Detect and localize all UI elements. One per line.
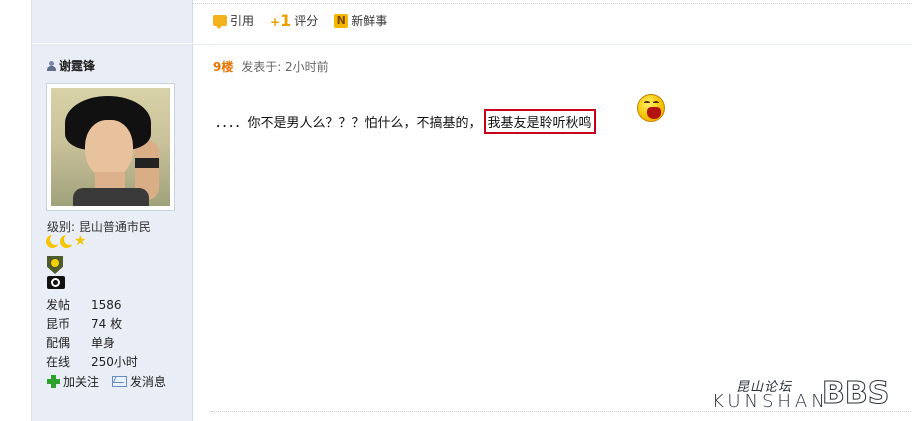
username-text[interactable]: 谢霆锋 — [59, 57, 95, 74]
moon-icon — [60, 234, 75, 248]
quote-button[interactable]: 引用 — [213, 12, 254, 29]
stat-value: 1586 — [91, 297, 122, 312]
avatar-photo — [51, 88, 170, 206]
stat-key: 发帖 — [46, 298, 71, 312]
news-label: 新鲜事 — [351, 14, 388, 28]
avatar[interactable] — [46, 83, 175, 211]
stat-row: 发帖 1586 — [46, 295, 138, 314]
quote-icon — [213, 15, 227, 29]
stat-row: 昆币 74 枚 — [46, 314, 138, 333]
post-actions: 引用 +1 评分 N 新鲜事 — [213, 12, 387, 29]
envelope-icon — [112, 376, 128, 387]
username[interactable]: 谢霆锋 — [47, 57, 95, 74]
left-margin — [0, 0, 32, 421]
user-level: 级别: 昆山普通市民 — [47, 218, 151, 235]
user-icon — [47, 60, 56, 71]
rate-button[interactable]: +1 评分 — [270, 12, 318, 29]
follow-button[interactable]: 加关注 — [47, 373, 99, 390]
send-message-button[interactable]: 发消息 — [112, 373, 166, 390]
post-text: ．．．．你不是男人么？？？怕什么，不搞基的， — [215, 116, 482, 131]
quote-label: 引用 — [230, 14, 255, 28]
stat-row: 在线 250小时 — [46, 352, 138, 371]
follow-label: 加关注 — [63, 375, 100, 389]
stat-row: 配偶 单身 — [46, 333, 138, 352]
user-stats: 发帖 1586 昆币 74 枚 配偶 单身 在线 250小时 — [46, 295, 138, 371]
add-icon — [47, 375, 60, 388]
dotted-divider — [193, 3, 912, 4]
rate-label: 评分 — [294, 14, 319, 28]
post-meta: 9楼 发表于: 2小时前 — [213, 58, 329, 75]
post-time: 发表于: 2小时前 — [241, 60, 329, 74]
sidebar-divider — [32, 43, 193, 44]
post-content: ．．．．你不是男人么？？？怕什么，不搞基的， 我基友是聆听秋鸣 — [215, 109, 596, 134]
news-icon: N — [334, 13, 349, 28]
plus-one-icon: +1 — [270, 10, 292, 30]
laughing-face-icon — [637, 94, 665, 122]
post-area: 引用 +1 评分 N 新鲜事 9楼 发表于: 2小时前 ．．．．你不是男人么？？… — [193, 0, 912, 421]
moon-icon — [46, 234, 61, 248]
user-level-text: 级别: 昆山普通市民 — [47, 220, 151, 234]
message-label: 发消息 — [130, 375, 167, 389]
watermark-en: KUNSHAN — [712, 391, 829, 412]
highlighted-text: 我基友是聆听秋鸣 — [483, 109, 596, 134]
watermark-bbs: BBS — [821, 376, 890, 412]
floor-number[interactable]: 9楼 — [213, 60, 233, 74]
user-actions: 加关注 发消息 — [47, 373, 166, 390]
forum-watermark-logo: 昆山论坛 KUNSHAN BBS — [712, 376, 907, 413]
rank-badges: ★ — [46, 233, 87, 249]
stat-value: 250小时 — [91, 355, 138, 369]
stat-key: 配偶 — [46, 336, 71, 350]
star-icon: ★ — [74, 233, 87, 249]
stat-value: 74 枚 — [91, 317, 123, 331]
news-button[interactable]: N 新鲜事 — [334, 12, 387, 29]
stat-value: 单身 — [91, 336, 116, 350]
stat-key: 昆币 — [46, 317, 71, 331]
post-separator — [193, 44, 912, 45]
camera-icon — [47, 276, 65, 289]
stat-key: 在线 — [46, 355, 71, 369]
